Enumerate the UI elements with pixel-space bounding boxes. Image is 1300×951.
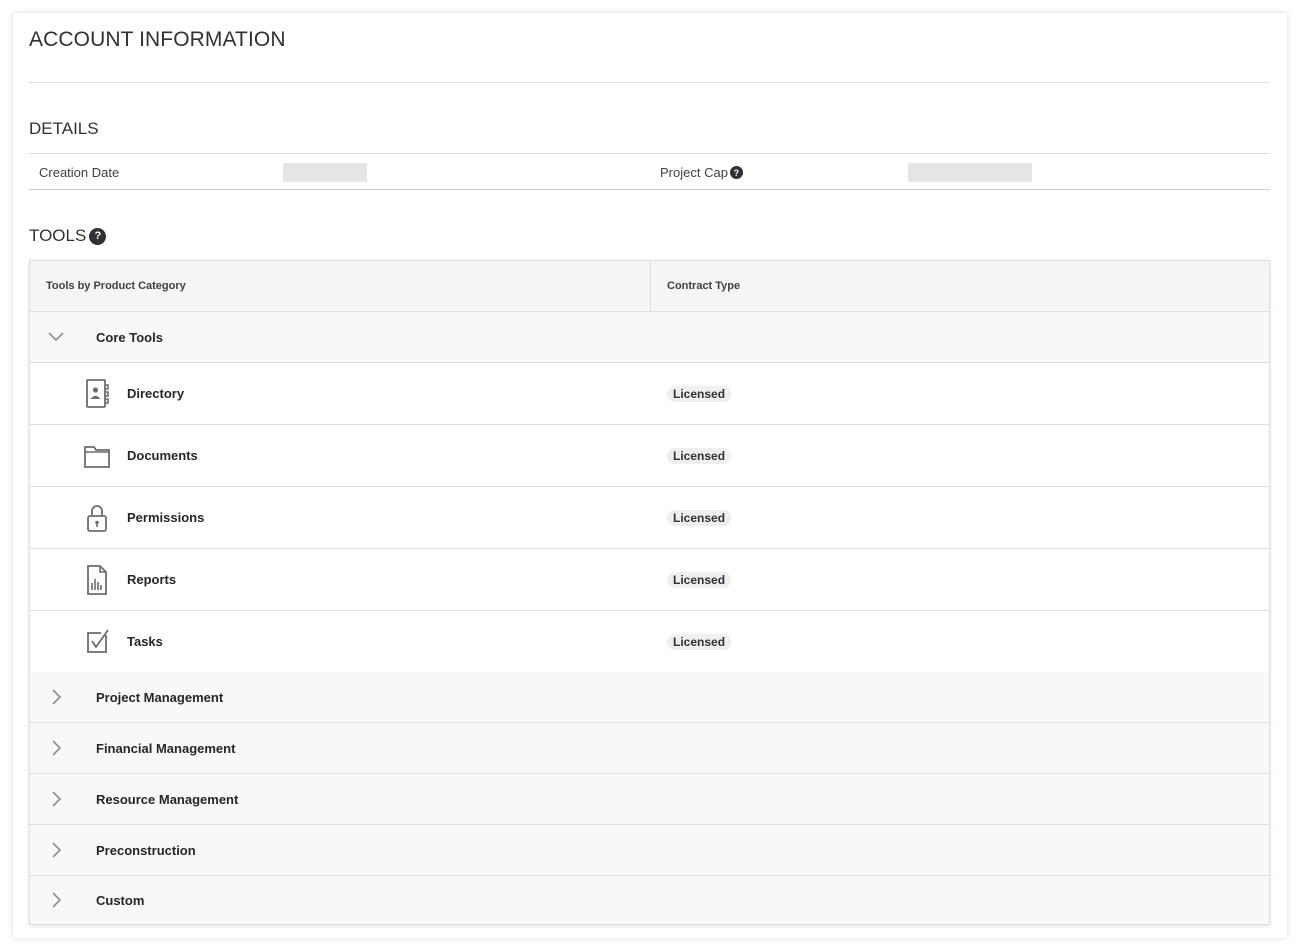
- group-label-resource-management: Resource Management: [96, 791, 239, 807]
- details-section-title: DETAILS: [29, 119, 99, 139]
- tool-row-tasks: Tasks Licensed: [30, 611, 1269, 673]
- tool-label-permissions[interactable]: Permissions: [127, 487, 204, 548]
- group-row-custom[interactable]: Custom: [30, 876, 1269, 924]
- account-information-card: ACCOUNT INFORMATION DETAILS Creation Dat…: [13, 13, 1287, 938]
- contract-badge-wrap: Licensed: [667, 549, 732, 610]
- directory-icon: [82, 363, 112, 424]
- contract-badge-wrap: Licensed: [667, 363, 732, 424]
- chevron-right-icon[interactable]: [48, 774, 64, 824]
- chevron-down-icon[interactable]: [48, 312, 64, 362]
- creation-date-label: Creation Date: [39, 165, 120, 180]
- tool-row-directory: Directory Licensed: [30, 363, 1269, 425]
- group-row-core-tools[interactable]: Core Tools: [30, 312, 1269, 363]
- tool-row-documents: Documents Licensed: [30, 425, 1269, 487]
- chevron-right-icon[interactable]: [48, 672, 64, 722]
- tools-table-header: Tools by Product Category Contract Type: [30, 261, 1269, 312]
- report-icon: [82, 549, 112, 610]
- page-title: ACCOUNT INFORMATION: [29, 28, 286, 51]
- folder-icon: [82, 425, 112, 486]
- contract-badge-wrap: Licensed: [667, 487, 732, 548]
- tool-label-reports[interactable]: Reports: [127, 549, 176, 610]
- group-label-custom: Custom: [96, 892, 145, 908]
- contract-badge-reports: Licensed: [667, 571, 732, 588]
- contract-badge-wrap: Licensed: [667, 611, 732, 672]
- project-cap-help-icon[interactable]: ?: [729, 166, 743, 179]
- project-cap-label-text: Project Cap: [660, 165, 728, 180]
- tool-label-documents[interactable]: Documents: [127, 425, 198, 486]
- tools-title-text: TOOLS: [29, 226, 87, 245]
- tools-help-icon[interactable]: ?: [89, 227, 107, 245]
- group-row-preconstruction[interactable]: Preconstruction: [30, 825, 1269, 876]
- title-divider: [29, 82, 1270, 83]
- tool-row-reports: Reports Licensed: [30, 549, 1269, 611]
- tool-row-permissions: Permissions Licensed: [30, 487, 1269, 549]
- checkbox-icon: [82, 611, 112, 672]
- column-header-category[interactable]: Tools by Product Category: [46, 261, 186, 311]
- group-label-project-management: Project Management: [96, 689, 224, 705]
- tool-label-directory[interactable]: Directory: [127, 363, 184, 424]
- project-cap-label: Project Cap ?: [660, 165, 743, 180]
- contract-badge-permissions: Licensed: [667, 509, 732, 526]
- column-divider: [650, 261, 651, 311]
- lock-icon: [82, 487, 112, 548]
- group-row-project-management[interactable]: Project Management: [30, 672, 1269, 723]
- group-row-resource-management[interactable]: Resource Management: [30, 774, 1269, 825]
- chevron-right-icon[interactable]: [48, 723, 64, 773]
- tool-label-tasks[interactable]: Tasks: [127, 611, 163, 672]
- details-box: Creation Date Project Cap ?: [29, 153, 1270, 190]
- column-header-contract-type[interactable]: Contract Type: [667, 261, 740, 311]
- contract-badge-wrap: Licensed: [667, 425, 732, 486]
- group-label-financial-management: Financial Management: [96, 740, 236, 756]
- contract-badge-documents: Licensed: [667, 447, 732, 464]
- chevron-right-icon[interactable]: [48, 876, 64, 924]
- group-label-core-tools: Core Tools: [96, 329, 163, 345]
- tools-table: Tools by Product Category Contract Type …: [29, 260, 1270, 925]
- group-row-financial-management[interactable]: Financial Management: [30, 723, 1269, 774]
- details-title-text: DETAILS: [29, 119, 99, 138]
- group-label-preconstruction: Preconstruction: [96, 842, 196, 858]
- contract-badge-tasks: Licensed: [667, 633, 732, 650]
- tools-section-title: TOOLS ?: [29, 226, 107, 246]
- chevron-right-icon[interactable]: [48, 825, 64, 875]
- project-cap-value-redacted: [908, 163, 1032, 182]
- contract-badge-directory: Licensed: [667, 385, 732, 402]
- creation-date-value-redacted: [283, 163, 367, 182]
